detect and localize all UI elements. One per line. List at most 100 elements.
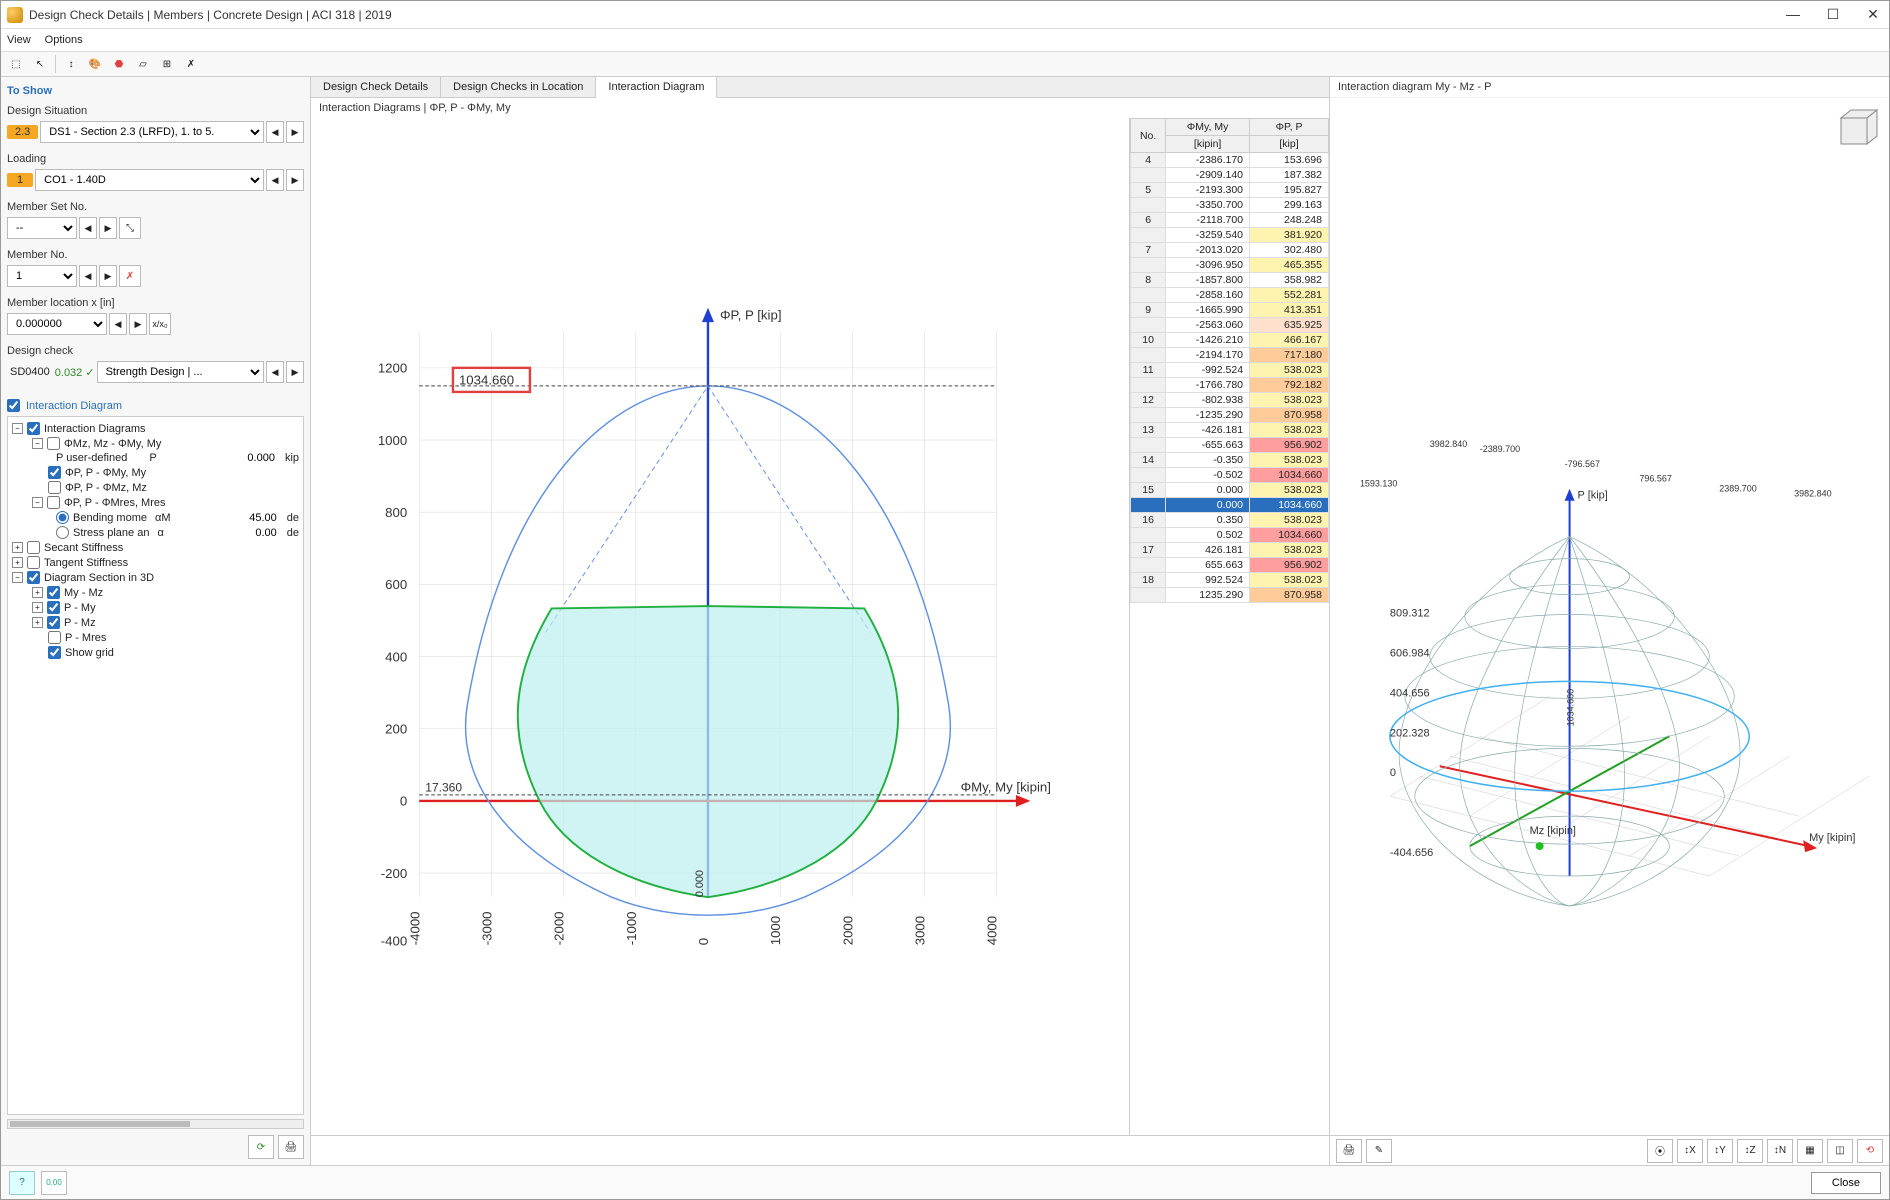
tab-design-checks-location[interactable]: Design Checks in Location [441,77,596,97]
table-row[interactable]: -2563.060635.925 [1131,318,1329,333]
member-no-select[interactable]: 1 [7,265,77,287]
table-row[interactable]: -1766.780792.182 [1131,378,1329,393]
left-print-icon[interactable]: 🖨 [278,1135,304,1159]
design-check-code: SD0400 [7,366,53,378]
design-situation-select[interactable]: DS1 - Section 2.3 (LRFD), 1. to 5. [40,121,264,143]
close-button[interactable]: Close [1811,1172,1881,1194]
interaction-diagram-checkbox[interactable]: Interaction Diagram [7,399,304,412]
table-row[interactable]: 5-2193.300195.827 [1131,183,1329,198]
r-xy-icon[interactable]: ↕X [1677,1139,1703,1163]
svg-text:800: 800 [385,505,407,520]
table-row[interactable]: 0.0001034.660 [1131,498,1329,513]
table-row[interactable]: 150.000538.023 [1131,483,1329,498]
loading-select[interactable]: CO1 - 1.40D [35,169,264,191]
status-help-icon[interactable]: ? [9,1171,35,1195]
table-row[interactable]: 12-802.938538.023 [1131,393,1329,408]
tool-axis-icon[interactable]: ⊞ [156,54,178,74]
ds-next-button[interactable]: ▶ [286,121,304,143]
menu-view[interactable]: View [7,34,31,46]
table-row[interactable]: 1235.290870.958 [1131,588,1329,603]
svg-text:4000: 4000 [985,916,1000,945]
chart-3d[interactable]: P [kip] My [kipin] Mz [kipin] [1330,98,1889,1135]
orientation-cube-icon[interactable] [1827,104,1883,152]
r-pen-icon[interactable]: ✎ [1366,1139,1392,1163]
tool-zoom-window-icon[interactable]: ⬚ [5,54,27,74]
dc-prev-button[interactable]: ◀ [266,361,284,383]
table-row[interactable]: 8-1857.800358.982 [1131,273,1329,288]
svg-text:1000: 1000 [378,433,407,448]
chart3d-subtitle: Interaction diagram My - Mz - P [1330,77,1889,98]
table-row[interactable]: 17426.181538.023 [1131,543,1329,558]
table-row[interactable]: 6-2118.700248.248 [1131,213,1329,228]
table-row[interactable]: -655.663956.902 [1131,438,1329,453]
table-row[interactable]: 13-426.181538.023 [1131,423,1329,438]
table-row[interactable]: -2858.160552.281 [1131,288,1329,303]
mno-pick-icon[interactable]: ✗ [119,265,141,287]
table-row[interactable]: 160.350538.023 [1131,513,1329,528]
status-units-icon[interactable]: 0.00 [41,1171,67,1195]
diagram-tree[interactable]: −Interaction Diagrams −ΦMz, Mz - ΦMy, My… [7,416,304,1115]
maximize-button[interactable]: ☐ [1823,6,1843,23]
table-row[interactable]: -3350.700299.163 [1131,198,1329,213]
svg-text:ΦMy, My [kipin]: ΦMy, My [kipin] [961,779,1051,794]
r-iso-icon[interactable]: ▦ [1797,1139,1823,1163]
member-set-select[interactable]: -- [7,217,77,239]
left-recalc-icon[interactable]: ⟳ [248,1135,274,1159]
ds-prev-button[interactable]: ◀ [266,121,284,143]
r-yz-icon[interactable]: ↕Y [1707,1139,1733,1163]
r-refresh-icon[interactable]: ⟲ [1857,1139,1883,1163]
mno-next-button[interactable]: ▶ [99,265,117,287]
svg-text:0: 0 [696,938,711,945]
r-xz-icon[interactable]: ↕Z [1737,1139,1763,1163]
table-row[interactable]: 9-1665.990413.351 [1131,303,1329,318]
r-print-icon[interactable]: 🖨 [1336,1139,1362,1163]
table-row[interactable]: 4-2386.170153.696 [1131,153,1329,168]
close-window-button[interactable]: ✕ [1863,6,1883,23]
tab-design-check-details[interactable]: Design Check Details [311,77,441,97]
table-row[interactable]: 655.663956.902 [1131,558,1329,573]
mset-next-button[interactable]: ▶ [99,217,117,239]
table-row[interactable]: 18992.524538.023 [1131,573,1329,588]
table-row[interactable]: -3096.950465.355 [1131,258,1329,273]
mno-prev-button[interactable]: ◀ [79,265,97,287]
loading-prev-button[interactable]: ◀ [266,169,284,191]
tool-coord-icon[interactable]: ↕ [60,54,82,74]
table-row[interactable]: 0.5021034.660 [1131,528,1329,543]
data-table[interactable]: No. ΦMy, My ΦP, P [kipin] [kip] 4-2386.1… [1129,118,1329,1135]
menu-options[interactable]: Options [45,34,83,46]
tab-interaction-diagram[interactable]: Interaction Diagram [596,77,717,98]
table-row[interactable]: -2194.170717.180 [1131,348,1329,363]
member-loc-select[interactable]: 0.000000 [7,313,107,335]
mloc-prev-button[interactable]: ◀ [109,313,127,335]
loading-next-button[interactable]: ▶ [286,169,304,191]
r-origin-icon[interactable]: ⦿ [1647,1139,1673,1163]
app-icon [7,7,23,23]
table-row[interactable]: -1235.290870.958 [1131,408,1329,423]
tool-plane-icon[interactable]: ▱ [132,54,154,74]
table-row[interactable]: 11-992.524538.023 [1131,363,1329,378]
mloc-xx-icon[interactable]: x/x₀ [149,313,171,335]
tree-scrollbar[interactable] [7,1119,304,1129]
table-row[interactable]: -2909.140187.382 [1131,168,1329,183]
table-row[interactable]: 14-0.350538.023 [1131,453,1329,468]
svg-text:-200: -200 [381,866,407,881]
r-n-icon[interactable]: ↕N [1767,1139,1793,1163]
mset-prev-button[interactable]: ◀ [79,217,97,239]
table-row[interactable]: -0.5021034.660 [1131,468,1329,483]
tool-colors-icon[interactable]: ⬣ [108,54,130,74]
mset-pick-icon[interactable]: ⤡ [119,217,141,239]
svg-text:-2000: -2000 [552,911,567,945]
design-check-select[interactable]: Strength Design | ... [97,361,264,383]
r-cube-icon[interactable]: ◫ [1827,1139,1853,1163]
tool-palette-icon[interactable]: 🎨 [84,54,106,74]
table-row[interactable]: -3259.540381.920 [1131,228,1329,243]
table-row[interactable]: 10-1426.210466.167 [1131,333,1329,348]
tool-select-icon[interactable]: ↖ [29,54,51,74]
loading-badge: 1 [7,173,33,187]
mloc-next-button[interactable]: ▶ [129,313,147,335]
chart-2d[interactable]: 1034.660 17.360 ΦP, P [kip] ΦMy, My [kip… [311,118,1129,1135]
minimize-button[interactable]: — [1783,6,1803,23]
table-row[interactable]: 7-2013.020302.480 [1131,243,1329,258]
dc-next-button[interactable]: ▶ [286,361,304,383]
tool-clear-icon[interactable]: ✗ [180,54,202,74]
